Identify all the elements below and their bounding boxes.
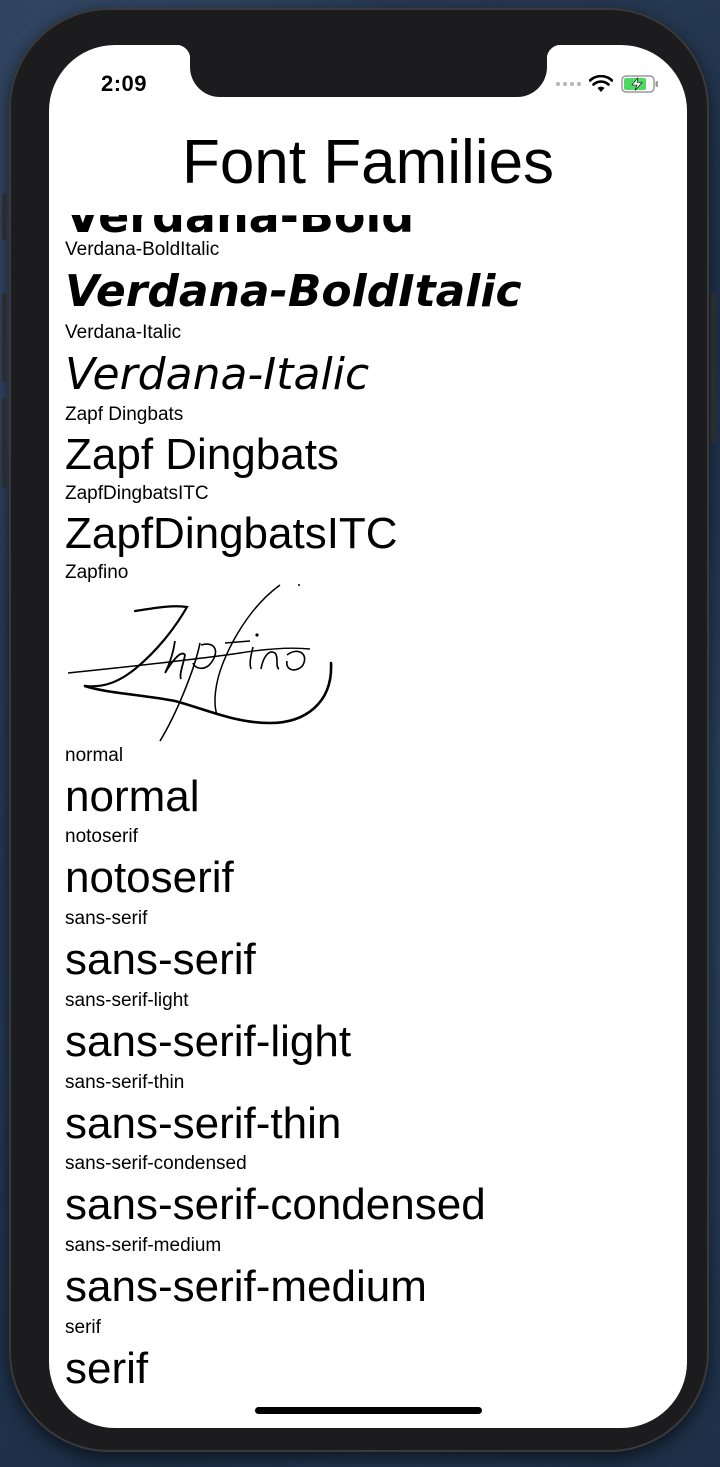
font-label-sans-serif-medium: sans-serif-medium bbox=[65, 1235, 222, 1256]
font-label-sans-serif-thin: sans-serif-thin bbox=[65, 1072, 185, 1093]
cellular-signal-icon bbox=[556, 82, 581, 86]
font-sample-normal: normal bbox=[65, 772, 200, 821]
font-sample-zapf-dingbats: Zapf Dingbats bbox=[65, 430, 339, 479]
font-sample-sans-serif-medium: sans-serif-medium bbox=[65, 1262, 427, 1311]
home-indicator[interactable] bbox=[255, 1407, 482, 1414]
font-label-zapfino: Zapfino bbox=[65, 562, 129, 583]
font-label-notoserif: notoserif bbox=[65, 826, 138, 847]
font-label-verdana-bolditalic: Verdana-BoldItalic bbox=[65, 239, 220, 260]
volume-down-button bbox=[2, 398, 7, 488]
simulator-device-frame: 2:09 Font Families Verdana-Bold Verdana-… bbox=[2, 8, 716, 1452]
volume-up-button bbox=[2, 293, 7, 383]
font-sample-sans-serif: sans-serif bbox=[65, 935, 256, 984]
font-sample-verdana-italic: Verdana-Italic bbox=[65, 349, 370, 400]
font-label-sans-serif-light: sans-serif-light bbox=[65, 990, 189, 1011]
page-title: Font Families bbox=[181, 128, 555, 197]
font-sample-sans-serif-thin: sans-serif-thin bbox=[65, 1099, 342, 1148]
font-sample-zapfdingbatsitc: ZapfDingbatsITC bbox=[65, 509, 398, 558]
font-label-zapf-dingbats: Zapf Dingbats bbox=[65, 404, 184, 425]
silent-switch bbox=[2, 193, 7, 241]
font-label-zapfdingbatsitc: ZapfDingbatsITC bbox=[65, 483, 209, 504]
font-sample-notoserif: notoserif bbox=[65, 853, 234, 902]
power-button bbox=[711, 293, 716, 443]
notch bbox=[176, 45, 561, 97]
font-list[interactable]: Verdana-Bold Verdana-BoldItalic Verdana-… bbox=[65, 215, 675, 1428]
font-label-verdana-italic: Verdana-Italic bbox=[65, 322, 182, 343]
font-label-sans-serif: sans-serif bbox=[65, 908, 148, 929]
battery-charging-icon bbox=[621, 75, 658, 93]
font-label-normal: normal bbox=[65, 745, 124, 766]
font-sample-sans-serif-condensed: sans-serif-condensed bbox=[65, 1180, 486, 1229]
font-sample-serif: serif bbox=[65, 1344, 149, 1393]
font-label-sans-serif-condensed: sans-serif-condensed bbox=[65, 1153, 247, 1174]
zapfino-script-sample bbox=[67, 584, 333, 742]
wifi-icon bbox=[589, 75, 613, 92]
app-screen: 2:09 Font Families Verdana-Bold Verdana-… bbox=[49, 45, 687, 1428]
status-indicators bbox=[556, 73, 659, 95]
font-sample-verdana-bold: Verdana-Bold bbox=[65, 215, 415, 243]
status-time: 2:09 bbox=[101, 71, 148, 96]
font-label-serif: serif bbox=[65, 1317, 101, 1338]
font-sample-verdana-bolditalic: Verdana-BoldItalic bbox=[65, 266, 522, 317]
font-sample-sans-serif-light: sans-serif-light bbox=[65, 1017, 352, 1066]
